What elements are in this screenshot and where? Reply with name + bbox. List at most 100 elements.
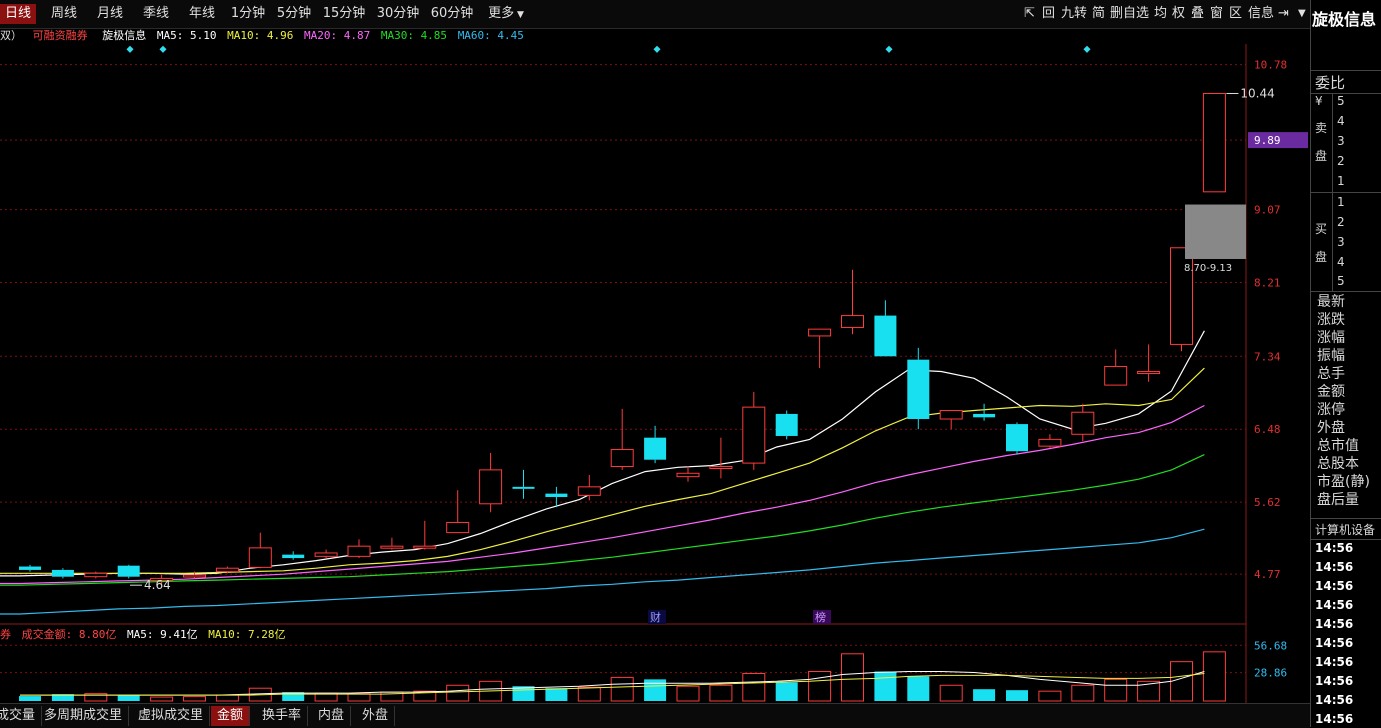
field-limit-up: 涨停 xyxy=(1317,402,1345,418)
ma30-value: MA30: 4.85 xyxy=(380,29,448,42)
volume-bar-up xyxy=(709,684,733,702)
candle xyxy=(479,452,503,513)
sell-label-1: 卖 xyxy=(1315,121,1328,135)
btab-inner[interactable]: 内盘 xyxy=(312,706,352,726)
candle-body-up xyxy=(84,572,108,578)
volume-bar-down xyxy=(775,682,798,701)
candle xyxy=(709,437,733,479)
volume-bar-up xyxy=(1038,690,1062,702)
field-amplitude: 振幅 xyxy=(1317,348,1345,364)
candle-body-up xyxy=(1202,92,1226,193)
tab-more[interactable]: 更多 ▼ xyxy=(486,4,526,24)
buy-label-2: 盘 xyxy=(1315,250,1328,264)
sell-level-3: 3 xyxy=(1337,134,1345,148)
candle-body-up xyxy=(248,547,272,568)
cursor-tool-icon[interactable]: ⇱ xyxy=(1024,5,1035,23)
tab-yearly[interactable]: 年线 xyxy=(184,4,220,24)
candle-body-up xyxy=(577,486,601,496)
tab-weekly[interactable]: 周线 xyxy=(46,4,82,24)
panel-toggle-icon[interactable]: ⇥ xyxy=(1278,5,1289,23)
btab-virtual[interactable]: 虚拟成交里 xyxy=(132,706,211,726)
candle-body-up xyxy=(709,465,733,469)
candle xyxy=(676,466,700,482)
volume-bar-down xyxy=(644,679,667,701)
ma-line-ma30 xyxy=(0,454,1205,586)
toolbar-info[interactable]: 信息 xyxy=(1248,5,1274,23)
toolbar-qu[interactable]: 区 xyxy=(1229,5,1242,23)
toolbar-quan[interactable]: 权 xyxy=(1172,5,1185,23)
weibi-label: 委比 xyxy=(1315,74,1346,92)
candle xyxy=(1104,349,1128,386)
volume-bar-down xyxy=(19,696,41,701)
volume-bar-up xyxy=(676,685,700,702)
divider xyxy=(1332,193,1333,291)
event-marker xyxy=(159,45,167,53)
candle-body-up xyxy=(939,410,963,420)
candle-body-down xyxy=(907,359,930,420)
field-pct: 涨幅 xyxy=(1317,330,1345,346)
candle-body-up xyxy=(347,545,371,557)
stock-name: 旋极信息 xyxy=(102,29,147,42)
tab-1min[interactable]: 1分钟 xyxy=(228,4,268,24)
candle-body-down xyxy=(874,315,897,357)
tick-time: 14:56 xyxy=(1315,712,1354,726)
margin-trading-label[interactable]: 可融资融券 xyxy=(33,29,88,42)
dropdown-icon[interactable]: ▼ xyxy=(1298,5,1306,23)
tab-monthly[interactable]: 月线 xyxy=(92,4,128,24)
candle-body-up xyxy=(314,552,338,557)
btab-outer[interactable]: 外盘 xyxy=(356,706,396,726)
volume-bar-up xyxy=(841,653,864,702)
tab-15min[interactable]: 15分钟 xyxy=(320,4,368,24)
volume-bar-down xyxy=(973,689,996,701)
toolbar-del-fav[interactable]: 删自选 xyxy=(1110,5,1149,23)
btab-volume[interactable]: 成交量 xyxy=(0,706,43,726)
tab-60min[interactable]: 60分钟 xyxy=(428,4,476,24)
candle xyxy=(1071,403,1095,442)
candle-body-down xyxy=(51,569,74,577)
more-label: 更多 xyxy=(488,6,515,21)
btab-multi-period[interactable]: 多周期成交里 xyxy=(38,706,130,726)
candle xyxy=(973,403,996,421)
toolbar-chuang[interactable]: 窗 xyxy=(1210,5,1223,23)
tab-30min[interactable]: 30分钟 xyxy=(374,4,422,24)
info-prefix: 双） xyxy=(0,29,22,42)
candle xyxy=(380,537,404,550)
candle-body-up xyxy=(183,574,206,578)
kline-chart[interactable]: 10.78 9.89 9.07 8.21 7.34 6.48 5.62 4.77 56.68 28… xyxy=(0,44,1310,703)
chevron-down-icon: ▼ xyxy=(514,10,524,20)
price-tick-label: 6.48 xyxy=(1254,423,1281,436)
divider xyxy=(1311,539,1381,540)
tab-5min[interactable]: 5分钟 xyxy=(274,4,314,24)
sell-level-4: 4 xyxy=(1337,114,1345,128)
tick-time: 14:56 xyxy=(1315,674,1354,688)
toolbar-die[interactable]: 叠 xyxy=(1191,5,1204,23)
candle xyxy=(512,469,535,499)
btab-amount[interactable]: 金额 xyxy=(211,706,251,726)
candle-body-down xyxy=(282,554,305,559)
volume-bar-up xyxy=(183,696,206,702)
candle-body-up xyxy=(413,545,437,549)
candle-body-up xyxy=(808,328,832,337)
tab-quarterly[interactable]: 季线 xyxy=(138,4,174,24)
candle xyxy=(1006,422,1028,455)
toolbar-jun[interactable]: 均 xyxy=(1154,5,1167,23)
buy-level-1: 1 xyxy=(1337,195,1345,209)
toolbar-jian[interactable]: 简 xyxy=(1092,5,1105,23)
tab-daily[interactable]: 日线 xyxy=(0,4,36,24)
price-tick-label: 9.07 xyxy=(1254,204,1281,217)
toolbar-jiuzhuan[interactable]: 九转 xyxy=(1061,5,1087,23)
candle-body-up xyxy=(1038,438,1062,447)
period-toolbar: 日线 周线 月线 季线 年线 1分钟 5分钟 15分钟 30分钟 60分钟 更多… xyxy=(0,0,1381,29)
volume-info-bar: 券 成交金额: 8.80亿 MA5: 9.41亿 MA10: 7.28亿 xyxy=(0,627,285,643)
high-price-label: 10.44 xyxy=(1240,86,1274,100)
volume-bar-up xyxy=(939,684,963,702)
bang-label: 榜 xyxy=(815,610,826,624)
industry-label[interactable]: 计算机设备 xyxy=(1315,521,1375,538)
volume-bar-down xyxy=(1006,690,1028,701)
vol-prefix: 券 xyxy=(0,628,11,641)
toolbar-hui[interactable]: 回 xyxy=(1042,5,1055,23)
tick-time: 14:56 xyxy=(1315,579,1354,593)
volume-bar-down xyxy=(545,688,568,701)
btab-turnover[interactable]: 换手率 xyxy=(256,706,309,726)
field-after-hours: 盘后量 xyxy=(1317,492,1359,508)
